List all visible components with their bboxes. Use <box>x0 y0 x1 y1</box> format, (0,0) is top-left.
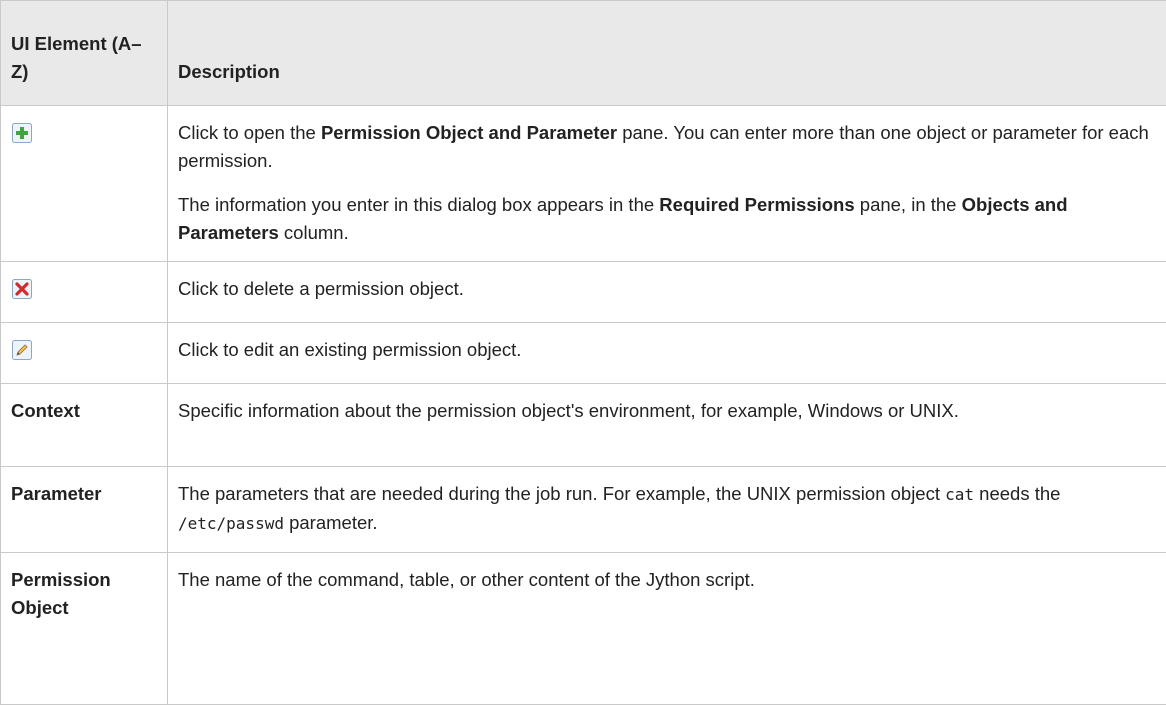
ui-element-cell <box>1 323 168 384</box>
code-snippet: /etc/passwd <box>178 514 284 533</box>
description-cell: Specific information about the permissio… <box>168 384 1166 467</box>
table-row: Parameter The parameters that are needed… <box>1 467 1166 553</box>
description-paragraph: The information you enter in this dialog… <box>178 191 1156 247</box>
table-row: Click to delete a permission object. <box>1 262 1166 323</box>
code-snippet: cat <box>945 485 974 504</box>
description-cell: Click to edit an existing permission obj… <box>168 323 1166 384</box>
description-cell: The name of the command, table, or other… <box>168 553 1166 705</box>
description-cell: Click to delete a permission object. <box>168 262 1166 323</box>
delete-icon <box>11 278 33 300</box>
description-cell: Click to open the Permission Object and … <box>168 106 1166 262</box>
header-row: UI Element (A–Z) Description <box>1 1 1166 106</box>
table-row: Context Specific information about the p… <box>1 384 1166 467</box>
ui-element-cell <box>1 106 168 262</box>
header-description: Description <box>168 1 1166 106</box>
ui-element-cell: Permission Object <box>1 553 168 705</box>
table-row: Permission Object The name of the comman… <box>1 553 1166 705</box>
description-cell: The parameters that are needed during th… <box>168 467 1166 553</box>
ui-elements-table: UI Element (A–Z) Description <box>0 0 1166 705</box>
ui-element-cell: Parameter <box>1 467 168 553</box>
ui-element-cell <box>1 262 168 323</box>
table-row: Click to edit an existing permission obj… <box>1 323 1166 384</box>
ui-element-cell: Context <box>1 384 168 467</box>
table-row: Click to open the Permission Object and … <box>1 106 1166 262</box>
edit-pencil-icon <box>11 339 33 361</box>
header-ui-element: UI Element (A–Z) <box>1 1 168 106</box>
add-icon <box>11 122 33 144</box>
description-paragraph: Click to open the Permission Object and … <box>178 119 1156 175</box>
